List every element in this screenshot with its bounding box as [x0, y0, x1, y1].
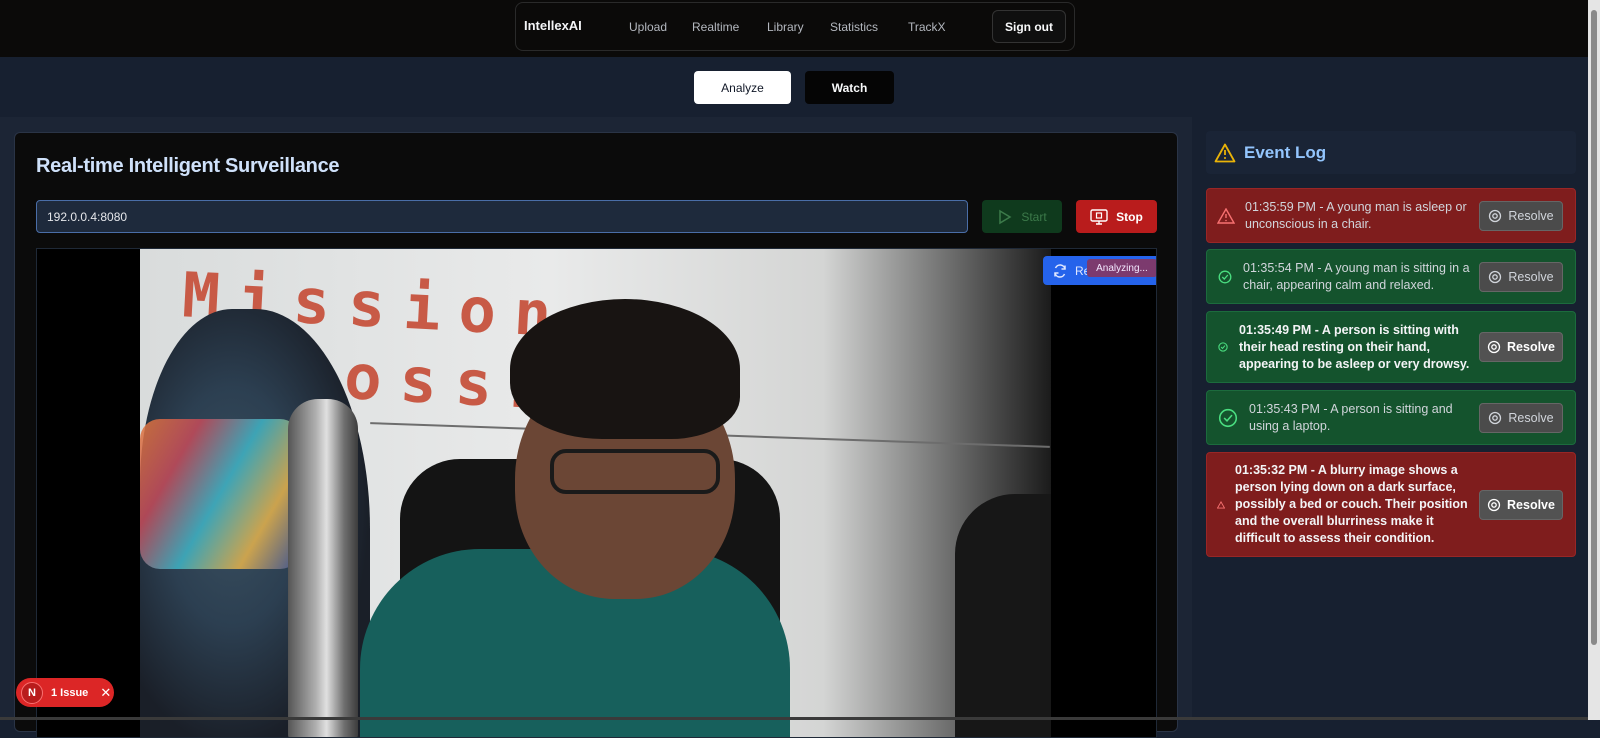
stop-button[interactable]: Stop: [1076, 200, 1157, 233]
issues-badge[interactable]: N 1 Issue ✕: [16, 678, 114, 707]
resolve-button[interactable]: Resolve: [1479, 261, 1563, 292]
glasses: [550, 449, 720, 494]
event-text: 01:35:49 PM - A person is sitting with t…: [1239, 322, 1470, 371]
chair-back: [955, 494, 1051, 737]
resolve-button[interactable]: Resolve: [1479, 402, 1563, 433]
event-text: 01:35:54 PM - A young man is sitting in …: [1243, 260, 1470, 292]
main-nav: IntellexAI Upload Realtime Library Stati…: [515, 2, 1075, 51]
event-item: 01:35:32 PM - A blurry image shows a per…: [1206, 452, 1576, 557]
event-item: 01:35:49 PM - A person is sitting with t…: [1206, 311, 1576, 383]
event-text: 01:35:32 PM - A blurry image shows a per…: [1235, 463, 1468, 545]
water-bottle: [288, 399, 358, 737]
backpack-pattern: [140, 419, 300, 569]
resolve-button[interactable]: Resolve: [1479, 489, 1563, 520]
brand-logo[interactable]: IntellexAI: [524, 18, 582, 33]
event-text: 01:35:43 PM - A person is sitting and us…: [1249, 401, 1453, 433]
target-icon: [1487, 340, 1501, 354]
resolve-label: Resolve: [1507, 497, 1555, 512]
event-text: 01:35:59 PM - A young man is asleep or u…: [1245, 199, 1467, 231]
resolve-button[interactable]: Resolve: [1479, 200, 1563, 231]
resolve-label: Resolve: [1508, 208, 1554, 223]
video-feed[interactable]: Mission Impossible Reload Analyzing...: [36, 248, 1157, 738]
page-scrollbar[interactable]: [1588, 0, 1600, 720]
check-circle-icon: [1218, 342, 1228, 352]
issues-label: 1 Issue: [51, 686, 89, 699]
resolve-label: Resolve: [1507, 340, 1555, 354]
warning-icon: [1214, 143, 1236, 162]
resolve-label: Resolve: [1508, 410, 1554, 425]
target-icon: [1489, 270, 1502, 283]
nav-trackx[interactable]: TrackX: [908, 20, 946, 34]
play-icon: [999, 209, 1012, 224]
alert-triangle-icon: [1217, 500, 1225, 509]
tab-watch[interactable]: Watch: [805, 71, 894, 104]
nav-statistics[interactable]: Statistics: [830, 20, 878, 34]
check-circle-icon: [1218, 270, 1232, 283]
target-icon: [1489, 209, 1502, 222]
analyzing-badge: Analyzing...: [1087, 259, 1156, 277]
event-item: 01:35:43 PM - A person is sitting and us…: [1206, 390, 1576, 445]
alert-triangle-icon: [1217, 207, 1235, 224]
person-hair: [510, 299, 740, 439]
sign-out-button[interactable]: Sign out: [992, 10, 1066, 43]
nav-upload[interactable]: Upload: [629, 20, 667, 34]
monitor-stop-icon: [1090, 208, 1108, 225]
stream-url-input[interactable]: [36, 200, 968, 233]
page-title: Real-time Intelligent Surveillance: [36, 155, 340, 177]
target-icon: [1487, 498, 1501, 511]
close-icon[interactable]: ✕: [100, 685, 111, 701]
tab-analyze[interactable]: Analyze: [694, 71, 791, 104]
nav-realtime[interactable]: Realtime: [692, 20, 739, 34]
start-button[interactable]: Start: [982, 200, 1062, 233]
nextjs-icon: N: [21, 681, 43, 704]
scroll-thumb[interactable]: [1591, 10, 1597, 645]
refresh-icon: [1054, 263, 1066, 278]
stop-label: Stop: [1116, 209, 1143, 224]
start-label: Start: [1021, 209, 1047, 224]
top-bar: IntellexAI Upload Realtime Library Stati…: [0, 0, 1588, 57]
nav-library[interactable]: Library: [767, 20, 804, 34]
event-item: 01:35:54 PM - A young man is sitting in …: [1206, 249, 1576, 304]
event-log-header: Event Log: [1206, 131, 1576, 174]
resolve-button[interactable]: Resolve: [1479, 332, 1563, 362]
surveillance-panel: Real-time Intelligent Surveillance Start…: [14, 132, 1178, 738]
event-log-title: Event Log: [1244, 142, 1327, 162]
resolve-label: Resolve: [1508, 269, 1554, 284]
event-item: 01:35:59 PM - A young man is asleep or u…: [1206, 188, 1576, 243]
camera-frame: Mission Impossible: [140, 249, 1051, 737]
target-icon: [1489, 411, 1502, 424]
check-circle-icon: [1218, 408, 1238, 427]
